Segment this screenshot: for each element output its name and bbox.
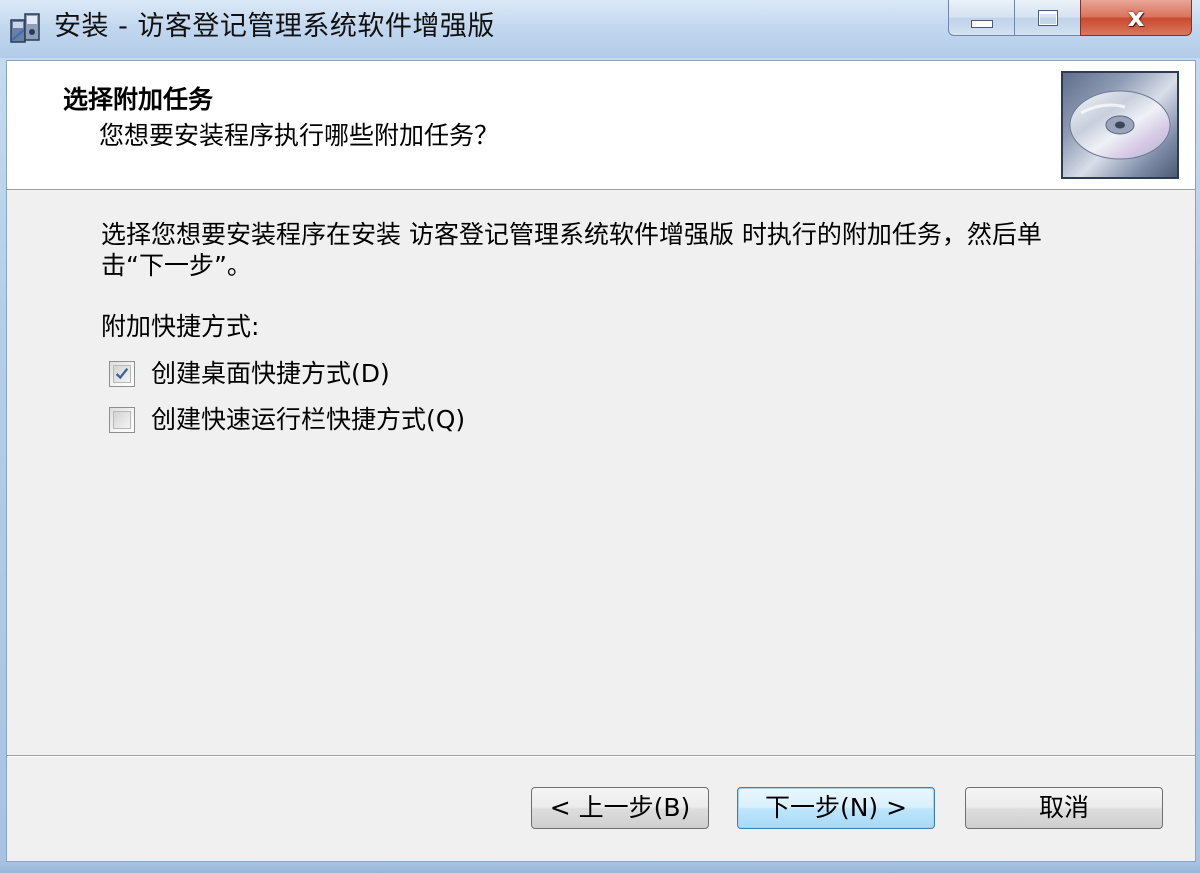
quicklaunch-shortcut-checkbox[interactable] — [109, 407, 135, 433]
desktop-shortcut-checkbox[interactable] — [109, 361, 135, 387]
maximize-icon — [1037, 9, 1058, 26]
checkbox-inner — [113, 411, 131, 429]
cd-disc-icon — [1061, 71, 1179, 179]
page-subtitle: 您想要安装程序执行哪些附加任务？ — [99, 121, 500, 150]
caption-buttons: x — [948, 0, 1192, 40]
next-button[interactable]: 下一步(N) > — [737, 787, 935, 829]
maximize-button[interactable] — [1014, 0, 1080, 36]
title-bar[interactable]: 安装 - 访客登记管理系统软件增强版 x — [0, 0, 1200, 58]
minimize-icon — [970, 19, 993, 28]
installer-icon — [8, 10, 44, 46]
button-area-divider — [7, 755, 1195, 757]
instruction-text: 选择您想要安装程序在安装 访客登记管理系统软件增强版 时执行的附加任务，然后单击… — [101, 220, 1042, 280]
back-button[interactable]: < 上一步(B) — [531, 787, 709, 829]
task-desktop-shortcut[interactable]: 创建桌面快捷方式(D) — [109, 357, 390, 391]
wizard-header: 选择附加任务 您想要安装程序执行哪些附加任务？ — [7, 61, 1195, 190]
checkbox-inner — [113, 365, 131, 383]
close-button[interactable]: x — [1080, 0, 1192, 36]
quicklaunch-shortcut-label: 创建快速运行栏快捷方式(Q) — [151, 405, 466, 434]
window-title: 安装 - 访客登记管理系统软件增强版 — [54, 11, 495, 42]
minimize-button[interactable] — [948, 0, 1014, 36]
cancel-button[interactable]: 取消 — [965, 787, 1163, 829]
window-bottom-frame — [0, 862, 1200, 873]
installer-window: 安装 - 访客登记管理系统软件增强版 x 选择附加任务 您想要安装程序执行哪些附… — [0, 0, 1200, 873]
shortcut-group-label: 附加快捷方式: — [101, 312, 260, 341]
check-mark-icon — [115, 367, 129, 380]
desktop-shortcut-label: 创建桌面快捷方式(D) — [151, 359, 390, 388]
task-quicklaunch-shortcut[interactable]: 创建快速运行栏快捷方式(Q) — [109, 403, 465, 437]
page-title: 选择附加任务 — [63, 85, 214, 114]
close-icon: x — [1127, 2, 1145, 33]
wizard-client-area: 选择附加任务 您想要安装程序执行哪些附加任务？ 选择您想要安装程序在安装 访客登… — [6, 60, 1196, 862]
